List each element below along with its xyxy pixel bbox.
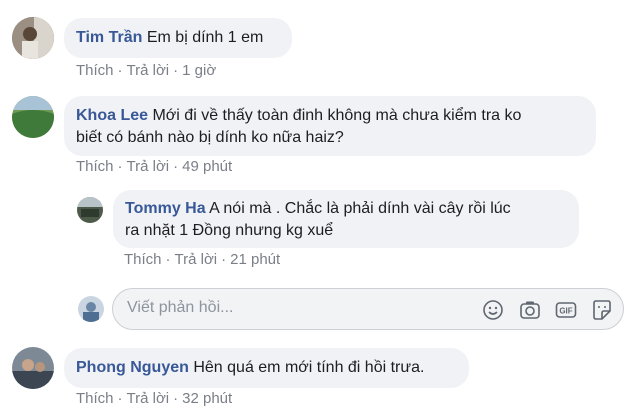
- like-link[interactable]: Thích: [124, 251, 162, 268]
- reply-link[interactable]: Trả lời: [127, 390, 170, 407]
- comment-bubble: Tim Trần Em bị dính 1 em: [64, 18, 292, 58]
- svg-text:GIF: GIF: [559, 307, 572, 316]
- camera-icon[interactable]: [518, 298, 542, 322]
- timestamp[interactable]: 21 phút: [230, 251, 280, 268]
- comment-text-line-2: ra nhặt 1 Đồng nhưng kg xuể: [125, 222, 334, 239]
- sticker-icon[interactable]: [590, 298, 614, 322]
- avatar[interactable]: [77, 197, 103, 223]
- comment-actions: Thích · Trả lời · 32 phút: [76, 390, 233, 407]
- comment-bubble: Phong Nguyen Hên quá em mới tính đi hồi …: [64, 348, 469, 388]
- comment-actions: Thích · Trả lời · 49 phút: [76, 158, 233, 175]
- timestamp[interactable]: 49 phút: [182, 158, 232, 175]
- commenter-name[interactable]: Phong Nguyen: [76, 359, 189, 376]
- reply-input[interactable]: Viết phản hồi... GIF: [112, 288, 624, 330]
- commenter-name[interactable]: Khoa Lee: [76, 107, 148, 124]
- comment-text-line-1: A nói mà . Chắc là phải dính vài cây rồi…: [209, 200, 511, 217]
- comment-text: Em bị dính 1 em: [146, 29, 264, 46]
- reply-placeholder: Viết phản hồi...: [127, 299, 234, 316]
- comment-actions: Thích · Trả lời · 1 giờ: [76, 62, 217, 79]
- reply-bubble: Tommy Ha A nói mà . Chắc là phải dính và…: [113, 190, 579, 248]
- reply-link[interactable]: Trả lời: [127, 158, 170, 175]
- like-link[interactable]: Thích: [76, 62, 114, 79]
- emoji-icon[interactable]: [481, 298, 505, 322]
- like-link[interactable]: Thích: [76, 158, 114, 175]
- comment-actions: Thích · Trả lời · 21 phút: [124, 251, 281, 268]
- comment-text: Hên quá em mới tính đi hồi trưa.: [193, 359, 425, 376]
- comment-bubble: Khoa Lee Mới đi về thấy toàn đinh không …: [64, 96, 596, 156]
- timestamp[interactable]: 32 phút: [182, 390, 232, 407]
- commenter-name[interactable]: Tim Trần: [76, 29, 142, 46]
- commenter-name[interactable]: Tommy Ha: [125, 200, 206, 217]
- avatar[interactable]: [12, 96, 54, 138]
- gif-icon[interactable]: GIF: [554, 298, 578, 322]
- reply-link[interactable]: Trả lời: [175, 251, 218, 268]
- avatar[interactable]: [12, 347, 54, 389]
- current-user-avatar: [78, 296, 104, 322]
- comment-text-line-2: biết có bánh nào bị dính ko nữa haiz?: [76, 129, 344, 146]
- like-link[interactable]: Thích: [76, 390, 114, 407]
- comment-text-line-1: Mới đi về thấy toàn đinh không mà chưa k…: [152, 107, 522, 124]
- reply-link[interactable]: Trả lời: [127, 62, 170, 79]
- avatar[interactable]: [12, 17, 54, 59]
- timestamp[interactable]: 1 giờ: [182, 62, 216, 79]
